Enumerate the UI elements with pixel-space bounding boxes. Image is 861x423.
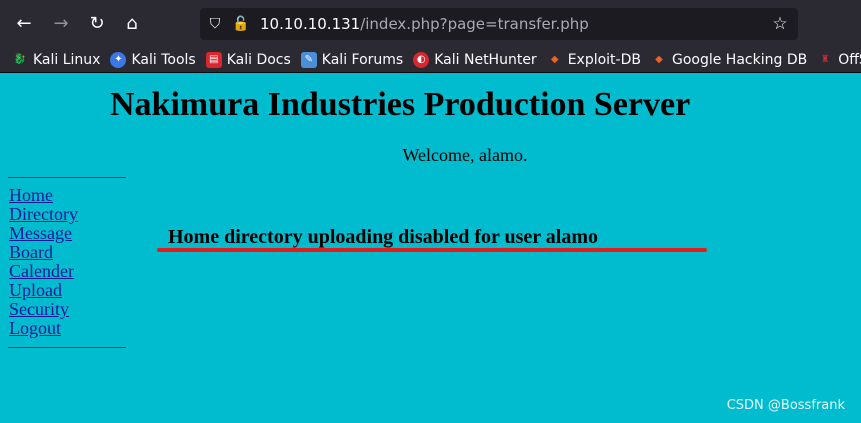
bookmarks-toolbar: 🐉 Kali Linux ✦ Kali Tools ▤ Kali Docs ✎ Kali… [0,48,861,73]
bookmark-exploit-db[interactable]: ◆ Exploit-DB [547,52,641,68]
shield-icon[interactable]: ⛉ [206,14,224,34]
offsec-icon: ♜ [820,54,830,65]
bookmark-label: Google Hacking DB [671,52,808,68]
menu-link-logout[interactable]: Logout [9,319,78,338]
menu-link-home[interactable]: Home [9,186,78,205]
url-host: 10.10.10.131 [260,15,361,33]
kali-tools-icon: ✦ [110,52,127,68]
side-menu: Home Directory Message Board Calender Up… [9,186,78,338]
url-bar[interactable]: ⛉ 🔓 10.10.10.131/index.php?page=transfer… [200,8,798,40]
forward-icon[interactable]: → [49,12,73,36]
bookmark-offsec[interactable]: ♜ OffSec [817,52,861,68]
watermark: CSDN @Bossfrank [726,398,845,413]
bookmark-label: Kali Docs [226,52,291,68]
kali-docs-icon: ▤ [205,52,222,68]
bookmark-kali-tools[interactable]: ✦ Kali Tools [110,52,196,68]
star-icon[interactable]: ☆ [770,13,790,35]
menu-link-upload[interactable]: Upload [9,281,78,300]
bookmark-label: OffSec [838,52,861,68]
ghdb-icon: ◆ [655,54,663,65]
divider-top [8,177,126,178]
menu-link-directory[interactable]: Directory [9,205,78,224]
kali-forums-icon: ✎ [300,52,317,68]
bookmark-label: Kali Tools [131,52,196,68]
exploit-db-icon: ◆ [550,54,559,65]
bookmark-label: Kali NetHunter [434,52,537,68]
page-title: Nakimura Industries Production Server [110,86,691,123]
welcome-message: Welcome, alamo. [402,145,528,165]
annotation-underline [157,248,707,252]
menu-link-calender[interactable]: Calender [9,262,78,281]
home-icon[interactable]: ⌂ [120,12,144,36]
menu-link-security[interactable]: Security [9,300,78,319]
bookmark-kali-forums[interactable]: ✎ Kali Forums [300,52,404,68]
url-text[interactable]: 10.10.10.131/index.php?page=transfer.php [260,14,589,34]
bookmark-label: Kali Forums [321,52,404,68]
bookmark-kali-nethunter[interactable]: ◐ Kali NetHunter [413,52,537,68]
bookmark-label: Kali Linux [33,52,101,68]
browser-toolbar: ← → ↻ ⌂ ⛉ 🔓 10.10.10.131/index.php?page=… [0,0,861,48]
bookmark-ghdb[interactable]: ◆ Google Hacking DB [651,52,807,68]
upload-disabled-notice: Home directory uploading disabled for us… [168,226,599,248]
bookmark-kali-docs[interactable]: ▤ Kali Docs [205,52,291,68]
nethunter-icon: ◐ [413,52,430,68]
divider-bottom [8,347,126,348]
bookmark-kali-linux[interactable]: 🐉 Kali Linux [12,52,101,68]
lock-icon[interactable]: 🔓 [232,14,250,34]
bookmark-label: Exploit-DB [567,52,641,68]
back-icon[interactable]: ← [12,12,36,36]
kali-dragon-icon: 🐉 [13,54,27,65]
menu-link-board[interactable]: Board [9,243,78,262]
menu-link-message[interactable]: Message [9,224,78,243]
url-path: /index.php?page=transfer.php [360,15,589,33]
reload-icon[interactable]: ↻ [85,12,109,36]
